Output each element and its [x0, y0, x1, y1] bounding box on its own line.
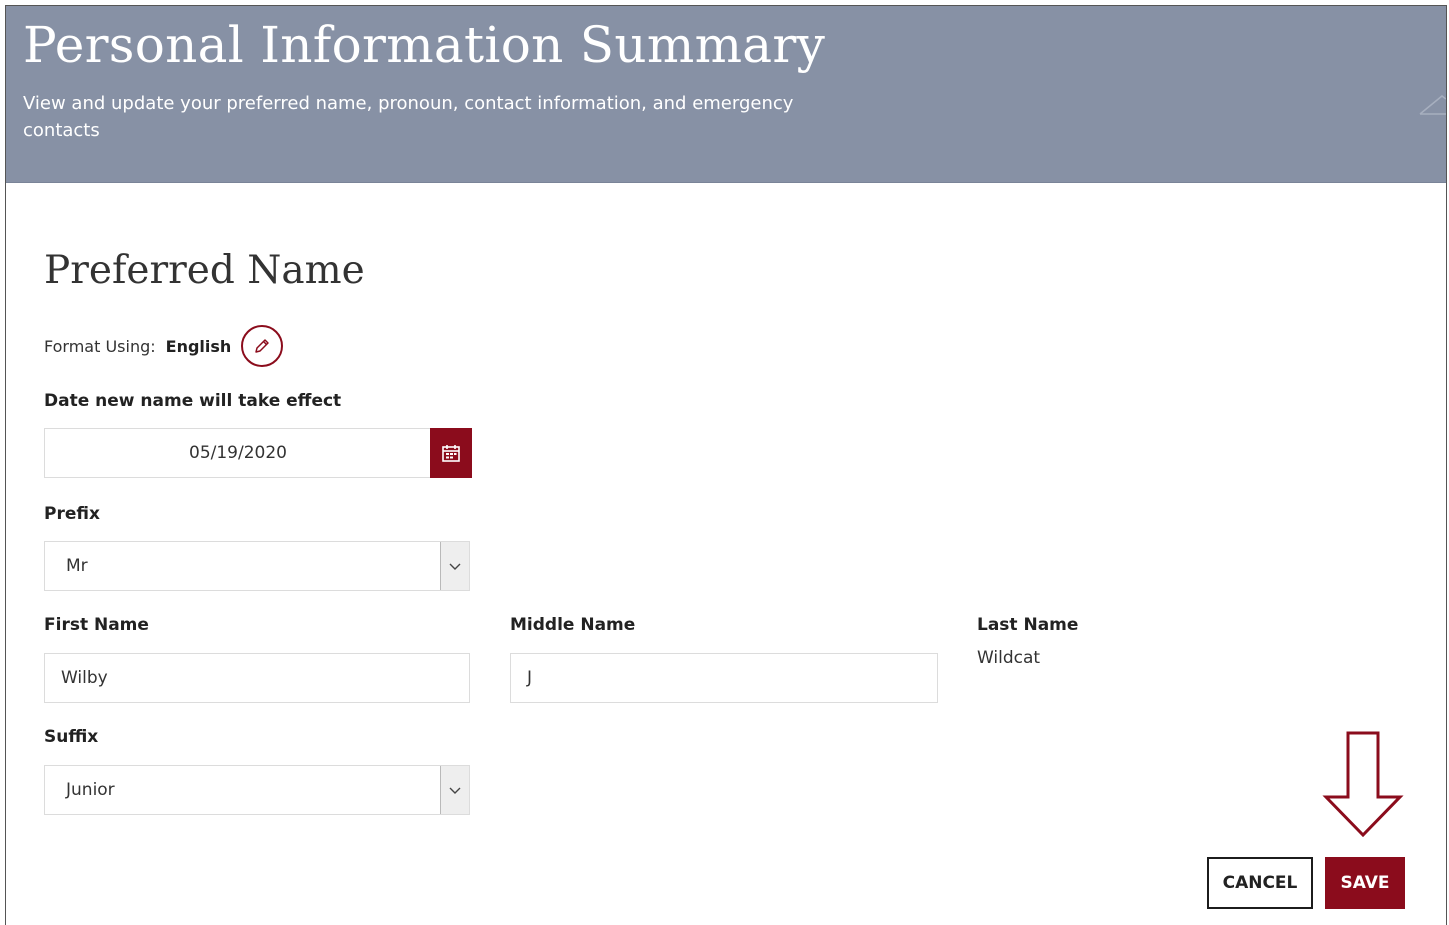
format-value: English — [165, 336, 232, 356]
pencil-icon — [255, 339, 270, 353]
format-label: Format Using: — [44, 336, 156, 356]
last-name-value: Wildcat — [977, 648, 1041, 668]
effective-date-label: Date new name will take effect — [44, 391, 342, 411]
chevron-up-icon[interactable] — [1418, 90, 1446, 118]
suffix-label: Suffix — [44, 727, 99, 747]
last-name-label: Last Name — [977, 615, 1079, 635]
effective-date-value: 05/19/2020 — [189, 443, 287, 463]
chevron-down-icon[interactable] — [440, 542, 469, 590]
save-button[interactable]: SAVE — [1325, 857, 1405, 909]
middle-name-input[interactable]: J — [510, 653, 938, 703]
suffix-value: Junior — [66, 780, 115, 800]
section-title-preferred-name: Preferred Name — [44, 248, 365, 293]
down-arrow-annotation — [1322, 731, 1404, 837]
app-frame: Personal Information Summary View and up… — [5, 5, 1447, 925]
page-title: Personal Information Summary — [23, 16, 826, 74]
effective-date-input[interactable]: 05/19/2020 — [44, 428, 432, 478]
prefix-value: Mr — [66, 556, 88, 576]
first-name-value: Wilby — [61, 668, 108, 688]
middle-name-value: J — [527, 668, 533, 688]
cancel-button[interactable]: CANCEL — [1207, 857, 1313, 909]
edit-format-button[interactable] — [241, 325, 284, 367]
suffix-select[interactable]: Junior — [44, 765, 470, 815]
page-header-banner: Personal Information Summary View and up… — [6, 6, 1446, 183]
prefix-label: Prefix — [44, 504, 100, 524]
first-name-label: First Name — [44, 615, 149, 635]
page-subtitle: View and update your preferred name, pro… — [23, 93, 794, 141]
first-name-input[interactable]: Wilby — [44, 653, 470, 703]
format-row: Format Using: English — [44, 324, 284, 368]
prefix-select[interactable]: Mr — [44, 541, 470, 591]
calendar-icon — [442, 445, 460, 462]
calendar-button[interactable] — [430, 428, 472, 478]
middle-name-label: Middle Name — [510, 615, 636, 635]
chevron-down-icon[interactable] — [440, 766, 469, 814]
